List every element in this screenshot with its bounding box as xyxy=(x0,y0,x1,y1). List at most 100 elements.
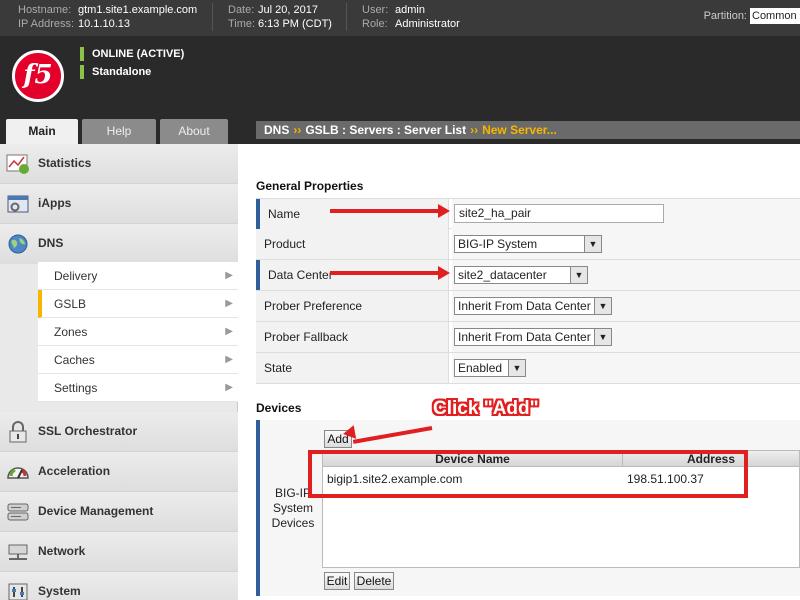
breadcrumb: DNS ›› GSLB : Servers : Server List ›› New S… xyxy=(256,121,800,139)
annotation-arrow-datacenter xyxy=(330,271,440,275)
chevron-right-icon: ▶ xyxy=(225,382,233,393)
status-online: ONLINE (ACTIVE) xyxy=(80,47,184,61)
arrow-head-icon xyxy=(438,266,450,280)
edit-button[interactable]: Edit xyxy=(324,572,350,590)
sidebar-item-system[interactable]: System xyxy=(0,572,238,600)
system-icon xyxy=(8,583,28,600)
datacenter-select[interactable]: site2_datacenter ▼ xyxy=(454,266,588,284)
sidebar-item-label: DNS xyxy=(38,236,64,250)
chevron-right-icon: ▶ xyxy=(225,354,233,365)
name-cell: site2_ha_pair xyxy=(452,199,800,229)
state-cell: Enabled ▼ xyxy=(452,353,800,383)
name-row: Name site2_ha_pair xyxy=(256,198,800,229)
breadcrumb-current: New Server... xyxy=(482,123,557,137)
host-info: Hostname: gtm1.site1.example.com IP Addre… xyxy=(18,3,197,31)
submenu-item-zones[interactable]: Zones ▶ xyxy=(38,318,238,346)
role-value: Administrator xyxy=(395,18,460,30)
prober-fallback-select[interactable]: Inherit From Data Center ▼ xyxy=(454,328,612,346)
general-properties-title: General Properties xyxy=(256,179,364,193)
date-value: Jul 20, 2017 xyxy=(258,4,318,16)
datacenter-label: Data Center xyxy=(256,260,449,290)
tab-main[interactable]: Main xyxy=(6,119,78,144)
iapps-icon xyxy=(7,195,29,213)
divider xyxy=(212,3,213,31)
prober-preference-cell: Inherit From Data Center ▼ xyxy=(452,291,800,321)
top-info-bar: Hostname: gtm1.site1.example.com IP Addre… xyxy=(0,0,800,36)
chevron-right-icon: ▶ xyxy=(225,298,233,309)
annotation-arrow-name xyxy=(330,209,440,213)
partition-label: Partition: xyxy=(703,9,747,22)
sidebar-item-label: iApps xyxy=(38,196,72,210)
product-select[interactable]: BIG-IP System ▼ xyxy=(454,235,602,253)
submenu-label: GSLB xyxy=(54,297,87,311)
date-label: Date: xyxy=(228,4,255,16)
sidebar-item-acceleration[interactable]: Acceleration xyxy=(0,452,238,492)
time-label: Time: xyxy=(228,18,256,30)
main-content: General Properties Name site2_ha_pair Pr… xyxy=(238,144,800,600)
hostname-label: Hostname: xyxy=(18,4,72,16)
submenu-label: Settings xyxy=(54,381,98,395)
sidebar-item-dns[interactable]: DNS xyxy=(0,224,238,264)
tab-about[interactable]: About xyxy=(160,119,228,144)
prober-preference-select[interactable]: Inherit From Data Center ▼ xyxy=(454,297,612,315)
divider xyxy=(346,3,347,31)
name-input[interactable]: site2_ha_pair xyxy=(454,204,664,223)
delete-button[interactable]: Delete xyxy=(354,572,394,590)
sidebar-item-ssl-orchestrator[interactable]: SSL Orchestrator xyxy=(0,412,238,452)
status-mode: Standalone xyxy=(80,65,151,79)
chart-icon xyxy=(6,154,29,174)
chevron-down-icon: ▼ xyxy=(594,329,611,345)
arrow-head-icon xyxy=(341,425,357,441)
chevron-right-icon: ▶ xyxy=(225,326,233,337)
hostname-value: gtm1.site1.example.com xyxy=(78,4,198,16)
annotation-callout: Click "Add" xyxy=(433,398,539,419)
sidebar-item-statistics[interactable]: Statistics xyxy=(0,144,238,184)
arrow-head-icon xyxy=(438,204,450,218)
submenu-label: Zones xyxy=(54,325,88,339)
sidebar-item-label: Acceleration xyxy=(38,464,111,478)
chevron-down-icon: ▼ xyxy=(570,267,587,283)
dns-submenu: Delivery ▶ GSLB ▶ Zones ▶ Caches ▶ Settings ▶ xyxy=(38,262,238,402)
user-info: User: admin Role: Administrator xyxy=(362,3,460,31)
datacenter-cell: site2_datacenter ▼ xyxy=(452,260,800,290)
header: f5 ONLINE (ACTIVE) Standalone xyxy=(0,36,800,116)
state-row: State Enabled ▼ xyxy=(256,353,800,384)
user-label: User: xyxy=(362,4,389,16)
chevron-right-icon: ▶ xyxy=(225,270,233,281)
breadcrumb-separator: ›› xyxy=(470,123,479,137)
sidebar-item-device-management[interactable]: Device Management xyxy=(0,492,238,532)
state-label: State xyxy=(256,353,449,383)
sidebar-item-iapps[interactable]: iApps xyxy=(0,184,238,224)
breadcrumb-dns[interactable]: DNS xyxy=(264,123,289,137)
annotation-highlight-box xyxy=(308,450,748,498)
datacenter-row: Data Center site2_datacenter ▼ xyxy=(256,260,800,291)
submenu-item-caches[interactable]: Caches ▶ xyxy=(38,346,238,374)
globe-icon xyxy=(8,234,28,254)
state-value: Enabled xyxy=(458,361,503,375)
breadcrumb-server-list[interactable]: GSLB : Servers : Server List xyxy=(305,123,466,137)
product-value: BIG-IP System xyxy=(458,237,538,251)
sidebar-item-label: System xyxy=(38,584,81,598)
server-icon xyxy=(7,503,29,521)
ip-value: 10.1.10.13 xyxy=(78,18,130,30)
prober-fallback-row: Prober Fallback Inherit From Data Center… xyxy=(256,322,800,353)
user-value: admin xyxy=(395,4,425,16)
submenu-item-gslb[interactable]: GSLB ▶ xyxy=(38,290,238,318)
tab-help[interactable]: Help xyxy=(82,119,156,144)
submenu-item-delivery[interactable]: Delivery ▶ xyxy=(38,262,238,290)
submenu-item-settings[interactable]: Settings ▶ xyxy=(38,374,238,402)
partition-select[interactable]: Common xyxy=(750,8,800,24)
chevron-down-icon: ▼ xyxy=(584,236,601,252)
chevron-down-icon: ▼ xyxy=(594,298,611,314)
sidebar-item-network[interactable]: Network xyxy=(0,532,238,572)
submenu-label: Caches xyxy=(54,353,95,367)
state-select[interactable]: Enabled ▼ xyxy=(454,359,526,377)
f5-logo[interactable]: f5 xyxy=(12,50,64,102)
role-label: Role: xyxy=(362,18,388,30)
devices-panel: Add Device Name Address bigip1.site2.exa… xyxy=(320,420,800,596)
prober-preference-label: Prober Preference xyxy=(256,291,449,321)
devices-row: BIG-IP System Devices Add Device Name Ad… xyxy=(256,420,800,596)
breadcrumb-separator: ›› xyxy=(293,123,302,137)
datacenter-value: site2_datacenter xyxy=(458,268,547,282)
sidebar-item-label: Statistics xyxy=(38,156,92,170)
